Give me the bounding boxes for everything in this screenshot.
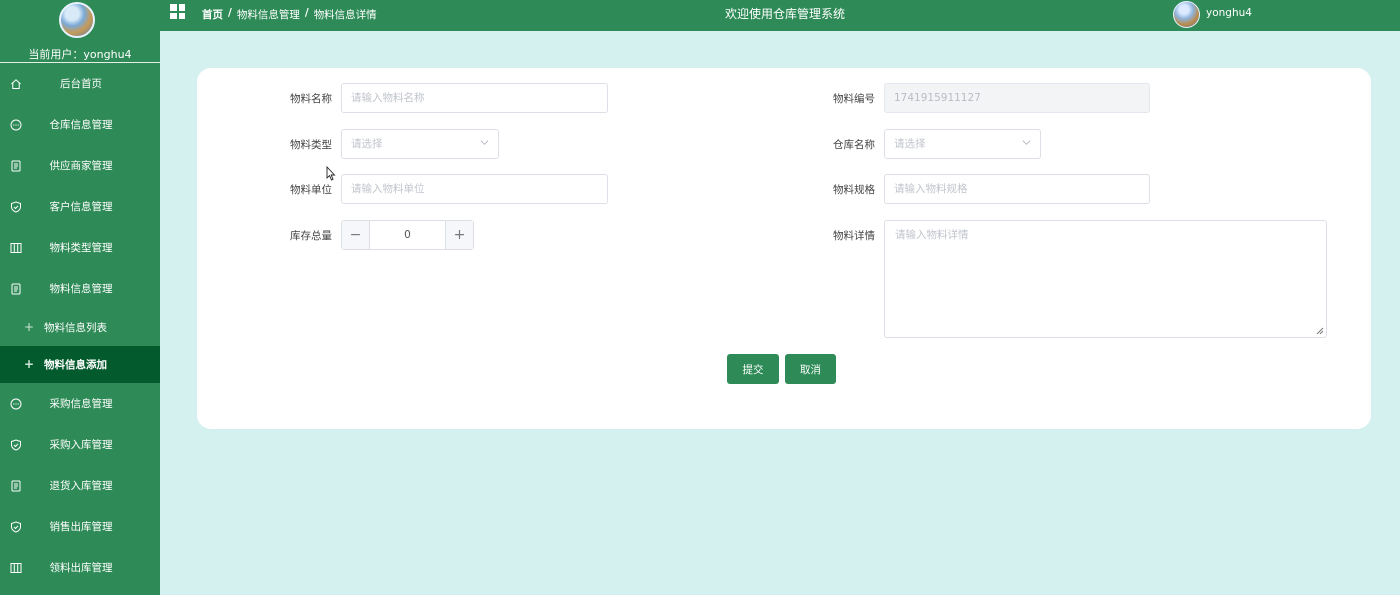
sidebar-item[interactable]: 供应商家管理 (0, 145, 160, 186)
sidebar-item[interactable]: 采购入库管理 (0, 424, 160, 465)
cancel-button[interactable]: 取消 (785, 354, 836, 384)
sidebar-item[interactable]: 采购信息管理 (0, 383, 160, 424)
resize-handle-icon[interactable] (1316, 327, 1324, 335)
current-user-label: 当前用户： (28, 48, 84, 61)
sidebar-item-label: 采购信息管理 (49, 398, 113, 410)
sidebar-item-label: 后台首页 (60, 78, 102, 90)
sidebar-item[interactable]: 客户信息管理 (0, 186, 160, 227)
current-user-name: yonghu4 (83, 48, 132, 61)
submit-button[interactable]: 提交 (727, 354, 779, 384)
stock-label: 库存总量 (290, 230, 332, 242)
material-detail-textarea[interactable]: 请输入物料详情 (884, 220, 1327, 338)
material-type-select[interactable]: 请选择 (341, 129, 499, 159)
material-name-placeholder: 请输入物料名称 (351, 92, 425, 104)
sidebar-item[interactable]: 物料信息管理 (0, 268, 160, 309)
stock-increment-button[interactable]: + (445, 221, 473, 249)
material-spec-placeholder: 请输入物料规格 (894, 183, 968, 195)
material-name-input[interactable]: 请输入物料名称 (341, 83, 608, 113)
sidebar-item[interactable]: 退货入库管理 (0, 465, 160, 506)
sidebar-item-label: 供应商家管理 (49, 160, 113, 172)
breadcrumb-current: 物料信息详情 (313, 9, 377, 21)
sidebar-item-label: 物料信息管理 (49, 283, 113, 295)
code-label: 物料编号 (833, 93, 875, 105)
material-unit-input[interactable]: 请输入物料单位 (341, 174, 608, 204)
sidebar-subitem[interactable]: + 物料信息列表 (0, 309, 160, 346)
stock-stepper: − 0 + (341, 220, 474, 250)
name-label: 物料名称 (290, 93, 332, 105)
material-detail-placeholder: 请输入物料详情 (895, 229, 969, 241)
sidebar-item[interactable]: 后台首页 (0, 63, 160, 104)
sidebar-subitem[interactable]: + 物料信息添加 (0, 346, 160, 383)
chevron-down-icon (480, 140, 489, 145)
breadcrumb-item[interactable]: 物料信息管理 (237, 7, 300, 22)
grid-menu-icon[interactable] (170, 4, 185, 19)
type-label: 物料类型 (290, 139, 332, 151)
detail-label: 物料详情 (833, 230, 875, 242)
warehouse-label: 仓库名称 (833, 139, 875, 151)
mouse-cursor-icon (326, 166, 336, 181)
warehouse-select[interactable]: 请选择 (884, 129, 1041, 159)
stock-decrement-button[interactable]: − (342, 221, 370, 249)
sidebar: 当前用户：yonghu4 后台首页仓库信息管理 供应商家管理 客户信息管理 物料类型管… (0, 0, 160, 595)
material-spec-input[interactable]: 请输入物料规格 (884, 174, 1150, 204)
unit-label: 物料单位 (290, 184, 332, 196)
avatar[interactable] (59, 2, 95, 38)
material-type-placeholder: 请选择 (351, 138, 383, 150)
material-code-value: 1741915911127 (894, 92, 981, 104)
sidebar-item[interactable]: 仓库信息管理 (0, 104, 160, 145)
sidebar-subitem-label: 物料信息添加 (44, 359, 107, 371)
sidebar-item-label: 销售出库管理 (49, 521, 113, 533)
sidebar-user-block: 当前用户：yonghu4 (0, 0, 160, 63)
welcome-title: 欢迎使用仓库管理系统 (725, 7, 846, 21)
form-card: 物料名称 请输入物料名称 物料编号 1741915911127 物料类型 请选择… (197, 68, 1371, 429)
spec-label: 物料规格 (833, 184, 875, 196)
warehouse-placeholder: 请选择 (894, 138, 926, 150)
stock-value-input[interactable]: 0 (370, 221, 445, 249)
sidebar-item[interactable]: 销售出库管理 (0, 506, 160, 547)
sidebar-item-label: 仓库信息管理 (49, 119, 113, 131)
chevron-down-icon (1022, 140, 1031, 145)
sidebar-item-label: 领料出库管理 (49, 562, 113, 574)
plus-icon: + (24, 320, 35, 334)
breadcrumb-separator: / (304, 7, 309, 19)
sidebar-item-label: 退货入库管理 (49, 480, 113, 492)
sidebar-item[interactable]: 物料类型管理 (0, 227, 160, 268)
sidebar-item[interactable]: 领料出库管理 (0, 547, 160, 588)
sidebar-menu: 后台首页仓库信息管理 供应商家管理 客户信息管理 物料类型管理 物料信息管理 + 物料信息列… (0, 63, 160, 588)
sidebar-item-label: 客户信息管理 (49, 201, 113, 213)
plus-icon: + (24, 357, 35, 371)
material-code-input: 1741915911127 (884, 83, 1150, 113)
breadcrumb: 首页 / 物料信息管理 / 物料信息详情 (202, 7, 377, 22)
top-username[interactable]: yonghu4 (1206, 7, 1252, 19)
sidebar-subitem-label: 物料信息列表 (44, 322, 107, 334)
sidebar-item-label: 物料类型管理 (49, 242, 113, 254)
sidebar-item-label: 采购入库管理 (49, 439, 113, 451)
topbar: 首页 / 物料信息管理 / 物料信息详情 欢迎使用仓库管理系统 yonghu4 (160, 0, 1400, 31)
breadcrumb-separator: / (228, 7, 232, 19)
current-user: 当前用户：yonghu4 (0, 46, 160, 62)
breadcrumb-home[interactable]: 首页 (202, 7, 223, 22)
user-avatar[interactable] (1173, 1, 1200, 28)
material-unit-placeholder: 请输入物料单位 (351, 183, 425, 195)
